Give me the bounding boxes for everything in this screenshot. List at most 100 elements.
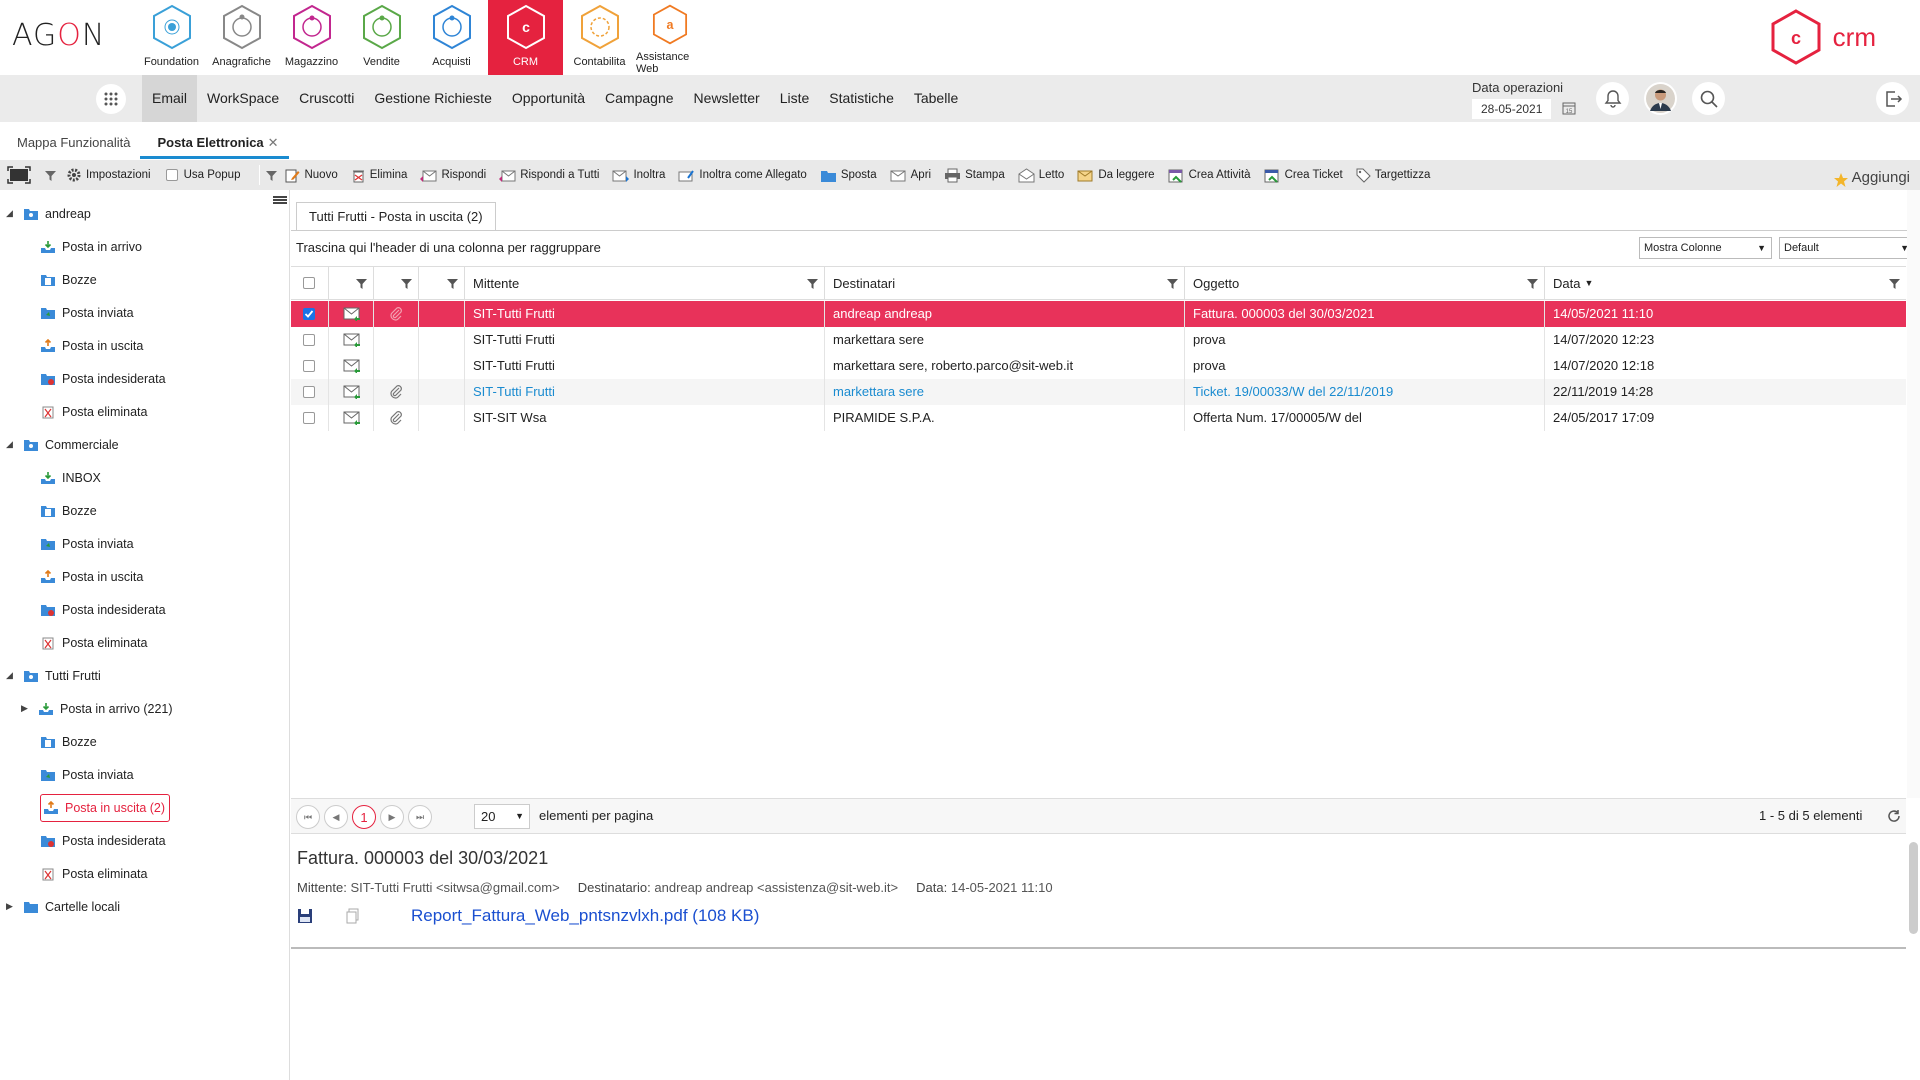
filter-icon[interactable] — [1889, 278, 1900, 289]
create-ticket-button[interactable]: Crea Ticket — [1264, 168, 1343, 183]
apps-grid-button[interactable] — [96, 84, 126, 114]
select-all-checkbox[interactable] — [303, 277, 315, 289]
mark-unread-button[interactable]: Da leggere — [1077, 168, 1155, 183]
print-button[interactable]: Stampa — [944, 168, 1005, 183]
filter-icon[interactable] — [1527, 278, 1538, 289]
first-page-button[interactable]: ⏮ — [296, 805, 320, 829]
sender-column[interactable]: Mittente — [465, 267, 825, 299]
open-button[interactable]: Apri — [890, 168, 931, 183]
tree-node[interactable]: ▶ Posta in arrivo (221) — [21, 692, 173, 725]
module-magazzino[interactable]: Magazzino — [278, 0, 345, 75]
table-row[interactable]: SIT-Tutti Frutti markettara sere, roberto… — [291, 353, 1906, 379]
refresh-icon[interactable] — [1887, 809, 1901, 823]
preview-scrollbar[interactable] — [1909, 842, 1918, 934]
module-foundation[interactable]: Foundation — [138, 0, 205, 75]
tree-node[interactable]: Posta eliminata — [23, 857, 147, 890]
use-popup-toggle[interactable]: Usa Popup — [164, 169, 240, 181]
table-row[interactable]: SIT-Tutti Frutti markettara sere Ticket. 1… — [291, 379, 1906, 405]
reply-button[interactable]: Rispondi — [420, 168, 486, 183]
tree-node[interactable]: Posta in uscita — [23, 329, 143, 362]
notifications-button[interactable] — [1596, 82, 1629, 115]
tree-node[interactable]: Posta indesiderata — [23, 824, 166, 857]
tree-node[interactable]: Posta eliminata — [23, 395, 147, 428]
tree-node[interactable]: Posta inviata — [23, 527, 134, 560]
grid-folder-tab[interactable]: Tutti Frutti - Posta in uscita (2) — [296, 202, 496, 230]
tree-node[interactable]: Posta inviata — [23, 296, 134, 329]
table-row[interactable]: SIT-Tutti Frutti markettara sere prova 14/0… — [291, 327, 1906, 353]
type-column[interactable] — [329, 267, 374, 299]
row-checkbox[interactable] — [303, 412, 315, 424]
search-button[interactable] — [1692, 82, 1725, 115]
next-page-button[interactable]: ▶ — [380, 805, 404, 829]
menu-tabelle[interactable]: Tabelle — [904, 75, 968, 122]
tree-node[interactable]: ◢ Commerciale — [6, 428, 119, 461]
collapsed-arrow-icon[interactable]: ▶ — [21, 703, 33, 714]
copy-document-icon[interactable] — [345, 908, 361, 924]
fullscreen-icon[interactable] — [7, 166, 31, 184]
reply-all-button[interactable]: Rispondi a Tutti — [499, 168, 599, 183]
use-popup-checkbox[interactable] — [165, 169, 178, 181]
menu-cruscotti[interactable]: Cruscotti — [289, 75, 364, 122]
tree-node[interactable]: Posta in uscita — [23, 560, 143, 593]
tree-node[interactable]: Bozze — [23, 725, 97, 758]
filter-icon[interactable] — [1167, 278, 1178, 289]
filter-icon[interactable] — [401, 278, 412, 289]
save-icon[interactable] — [297, 908, 313, 924]
menu-opportunita[interactable]: Opportunità — [502, 75, 595, 122]
grid-scrollbar[interactable] — [1907, 190, 1920, 798]
tab-mappa-funzionalita[interactable]: Mappa Funzionalità — [0, 129, 140, 159]
table-row[interactable]: SIT-SIT Wsa PIRAMIDE S.P.A. Offerta Num. 1… — [291, 405, 1906, 431]
flag-column[interactable] — [419, 267, 465, 299]
create-activity-button[interactable]: Crea Attività — [1168, 168, 1251, 183]
row-checkbox[interactable] — [303, 360, 315, 372]
filter-dropdown-icon[interactable] — [266, 170, 278, 181]
data-operazioni-value[interactable]: 28-05-2021 — [1472, 99, 1552, 119]
last-page-button[interactable]: ⏭ — [408, 805, 432, 829]
collapsed-arrow-icon[interactable]: ▶ — [6, 901, 18, 912]
row-checkbox[interactable] — [303, 308, 315, 320]
attachment-column[interactable] — [374, 267, 419, 299]
row-checkbox[interactable] — [303, 386, 315, 398]
menu-workspace[interactable]: WorkSpace — [197, 75, 289, 122]
date-column[interactable]: Data ▼ — [1545, 267, 1906, 299]
tree-node[interactable]: Posta inviata — [23, 758, 134, 791]
tree-node[interactable]: Bozze — [23, 263, 97, 296]
module-anagrafiche[interactable]: Anagrafiche — [208, 0, 275, 75]
tree-node[interactable]: ◢ andreap — [6, 197, 91, 230]
module-crm[interactable]: c CRM — [488, 0, 563, 75]
expanded-arrow-icon[interactable]: ◢ — [6, 208, 18, 219]
tree-node[interactable]: ◢ Tutti Frutti — [6, 659, 101, 692]
filter-dropdown-icon[interactable] — [45, 170, 56, 181]
tree-node[interactable]: INBOX — [23, 461, 101, 494]
table-row[interactable]: SIT-Tutti Frutti andreap andreap Fattura. … — [291, 301, 1906, 327]
new-button[interactable]: Nuovo — [285, 168, 338, 183]
mark-read-button[interactable]: Letto — [1018, 167, 1064, 183]
filter-icon[interactable] — [447, 278, 458, 289]
target-button[interactable]: Targettizza — [1356, 168, 1430, 183]
forward-button[interactable]: Inoltra — [612, 168, 665, 183]
add-favorite-button[interactable]: Aggiungi — [1833, 166, 1910, 188]
menu-gestione-richieste[interactable]: Gestione Richieste — [364, 75, 502, 122]
group-by-hint[interactable]: Trascina qui l'header di una colonna per… — [296, 240, 601, 255]
attachment-link[interactable]: Report_Fattura_Web_pntsnzvlxh.pdf (108 K… — [411, 906, 759, 926]
menu-campagne[interactable]: Campagne — [595, 75, 684, 122]
user-avatar[interactable] — [1644, 82, 1677, 115]
menu-statistiche[interactable]: Statistiche — [819, 75, 904, 122]
tree-node[interactable]: Posta indesiderata — [23, 362, 166, 395]
agon-logo[interactable]: AGON — [12, 18, 105, 53]
tree-node[interactable]: Posta indesiderata — [23, 593, 166, 626]
collapse-panel-icon[interactable] — [273, 196, 287, 204]
row-checkbox[interactable] — [303, 334, 315, 346]
module-assistance-web[interactable]: a Assistance Web — [636, 0, 703, 75]
close-tab-icon[interactable]: ✕ — [268, 135, 279, 150]
selected-folder[interactable]: Posta in uscita (2) — [40, 793, 171, 822]
filter-icon[interactable] — [807, 278, 818, 289]
page-size-select[interactable]: 20 ▼ — [474, 804, 530, 829]
move-button[interactable]: Sposta — [820, 168, 877, 183]
show-columns-dropdown[interactable]: Mostra Colonne ▼ — [1639, 237, 1772, 259]
module-contabilita[interactable]: Contabilita — [566, 0, 633, 75]
menu-email[interactable]: Email — [142, 75, 198, 122]
tree-node[interactable]: Posta in arrivo — [23, 230, 142, 263]
tab-posta-elettronica[interactable]: Posta Elettronica ✕ — [140, 129, 289, 159]
current-page-button[interactable]: 1 — [352, 805, 376, 829]
